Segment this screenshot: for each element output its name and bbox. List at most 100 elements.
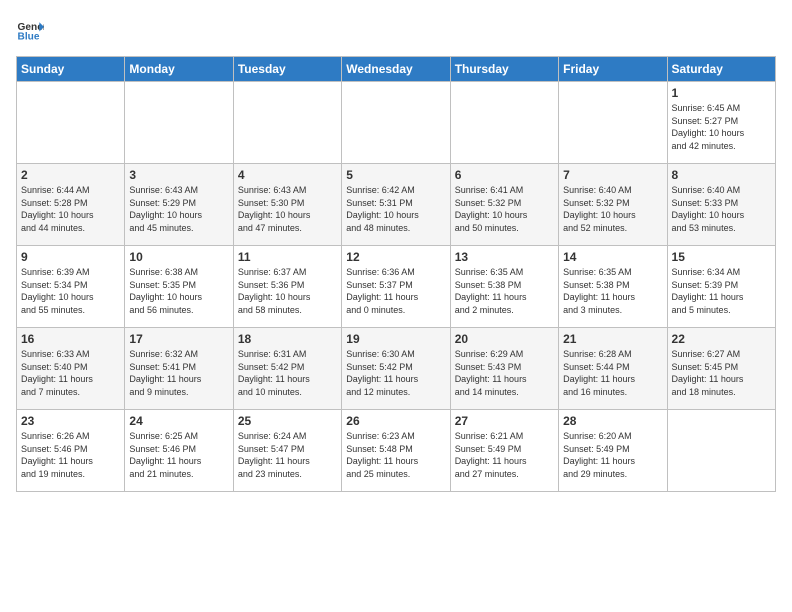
calendar-cell: 18 Sunrise: 6:31 AM Sunset: 5:42 PM Dayli… (233, 328, 341, 410)
svg-text:Blue: Blue (18, 31, 40, 42)
cell-info: Sunrise: 6:38 AM Sunset: 5:35 PM Dayligh… (129, 266, 228, 316)
calendar-cell: 12 Sunrise: 6:36 AM Sunset: 5:37 PM Dayli… (342, 246, 450, 328)
cell-info: Sunrise: 6:39 AM Sunset: 5:34 PM Dayligh… (21, 266, 120, 316)
calendar-cell: 20 Sunrise: 6:29 AM Sunset: 5:43 PM Dayli… (450, 328, 558, 410)
cell-info: Sunrise: 6:44 AM Sunset: 5:28 PM Dayligh… (21, 184, 120, 234)
day-number: 10 (129, 250, 228, 264)
header-sunday: Sunday (17, 57, 125, 82)
header-tuesday: Tuesday (233, 57, 341, 82)
calendar-cell: 8 Sunrise: 6:40 AM Sunset: 5:33 PM Daylig… (667, 164, 775, 246)
day-number: 14 (563, 250, 662, 264)
calendar-cell: 1 Sunrise: 6:45 AM Sunset: 5:27 PM Daylig… (667, 82, 775, 164)
cell-info: Sunrise: 6:34 AM Sunset: 5:39 PM Dayligh… (672, 266, 771, 316)
calendar-cell (342, 82, 450, 164)
calendar-table: SundayMondayTuesdayWednesdayThursdayFrid… (16, 56, 776, 492)
calendar-cell (125, 82, 233, 164)
calendar-cell: 21 Sunrise: 6:28 AM Sunset: 5:44 PM Dayli… (559, 328, 667, 410)
day-number: 1 (672, 86, 771, 100)
cell-info: Sunrise: 6:40 AM Sunset: 5:33 PM Dayligh… (672, 184, 771, 234)
calendar-cell: 25 Sunrise: 6:24 AM Sunset: 5:47 PM Dayli… (233, 410, 341, 492)
day-number: 23 (21, 414, 120, 428)
cell-info: Sunrise: 6:41 AM Sunset: 5:32 PM Dayligh… (455, 184, 554, 234)
day-number: 16 (21, 332, 120, 346)
day-number: 5 (346, 168, 445, 182)
day-number: 24 (129, 414, 228, 428)
day-number: 19 (346, 332, 445, 346)
cell-info: Sunrise: 6:20 AM Sunset: 5:49 PM Dayligh… (563, 430, 662, 480)
cell-info: Sunrise: 6:35 AM Sunset: 5:38 PM Dayligh… (455, 266, 554, 316)
cell-info: Sunrise: 6:40 AM Sunset: 5:32 PM Dayligh… (563, 184, 662, 234)
calendar-cell (559, 82, 667, 164)
calendar-cell: 14 Sunrise: 6:35 AM Sunset: 5:38 PM Dayli… (559, 246, 667, 328)
cell-info: Sunrise: 6:26 AM Sunset: 5:46 PM Dayligh… (21, 430, 120, 480)
cell-info: Sunrise: 6:31 AM Sunset: 5:42 PM Dayligh… (238, 348, 337, 398)
header-friday: Friday (559, 57, 667, 82)
day-number: 11 (238, 250, 337, 264)
calendar-cell: 4 Sunrise: 6:43 AM Sunset: 5:30 PM Daylig… (233, 164, 341, 246)
cell-info: Sunrise: 6:28 AM Sunset: 5:44 PM Dayligh… (563, 348, 662, 398)
cell-info: Sunrise: 6:37 AM Sunset: 5:36 PM Dayligh… (238, 266, 337, 316)
header-monday: Monday (125, 57, 233, 82)
day-number: 3 (129, 168, 228, 182)
header: General Blue (16, 16, 776, 44)
day-number: 27 (455, 414, 554, 428)
cell-info: Sunrise: 6:35 AM Sunset: 5:38 PM Dayligh… (563, 266, 662, 316)
calendar-cell: 2Sunrise: 6:44 AM Sunset: 5:28 PM Daylig… (17, 164, 125, 246)
day-number: 17 (129, 332, 228, 346)
cell-info: Sunrise: 6:29 AM Sunset: 5:43 PM Dayligh… (455, 348, 554, 398)
calendar-week-3: 16 Sunrise: 6:33 AM Sunset: 5:40 PM Dayli… (17, 328, 776, 410)
cell-info: Sunrise: 6:33 AM Sunset: 5:40 PM Dayligh… (21, 348, 120, 398)
calendar-week-2: 9 Sunrise: 6:39 AM Sunset: 5:34 PM Daylig… (17, 246, 776, 328)
cell-info: Sunrise: 6:23 AM Sunset: 5:48 PM Dayligh… (346, 430, 445, 480)
calendar-cell: 22Sunrise: 6:27 AM Sunset: 5:45 PM Dayli… (667, 328, 775, 410)
calendar-cell: 10 Sunrise: 6:38 AM Sunset: 5:35 PM Dayli… (125, 246, 233, 328)
calendar-cell: 19 Sunrise: 6:30 AM Sunset: 5:42 PM Dayli… (342, 328, 450, 410)
cell-info: Sunrise: 6:27 AM Sunset: 5:45 PM Dayligh… (672, 348, 771, 398)
day-number: 4 (238, 168, 337, 182)
day-number: 7 (563, 168, 662, 182)
calendar-cell: 23 Sunrise: 6:26 AM Sunset: 5:46 PM Dayli… (17, 410, 125, 492)
day-number: 28 (563, 414, 662, 428)
calendar-cell (450, 82, 558, 164)
calendar-cell: 9 Sunrise: 6:39 AM Sunset: 5:34 PM Daylig… (17, 246, 125, 328)
calendar-cell: 6 Sunrise: 6:41 AM Sunset: 5:32 PM Daylig… (450, 164, 558, 246)
cell-info: Sunrise: 6:36 AM Sunset: 5:37 PM Dayligh… (346, 266, 445, 316)
calendar-cell: 16 Sunrise: 6:33 AM Sunset: 5:40 PM Dayli… (17, 328, 125, 410)
calendar-cell: 24 Sunrise: 6:25 AM Sunset: 5:46 PM Dayli… (125, 410, 233, 492)
calendar-week-1: 2Sunrise: 6:44 AM Sunset: 5:28 PM Daylig… (17, 164, 776, 246)
cell-info: Sunrise: 6:43 AM Sunset: 5:29 PM Dayligh… (129, 184, 228, 234)
day-number: 8 (672, 168, 771, 182)
header-thursday: Thursday (450, 57, 558, 82)
calendar-header-row: SundayMondayTuesdayWednesdayThursdayFrid… (17, 57, 776, 82)
calendar-cell: 13 Sunrise: 6:35 AM Sunset: 5:38 PM Dayli… (450, 246, 558, 328)
day-number: 6 (455, 168, 554, 182)
day-number: 21 (563, 332, 662, 346)
day-number: 18 (238, 332, 337, 346)
calendar-cell: 5 Sunrise: 6:42 AM Sunset: 5:31 PM Daylig… (342, 164, 450, 246)
cell-info: Sunrise: 6:25 AM Sunset: 5:46 PM Dayligh… (129, 430, 228, 480)
day-number: 25 (238, 414, 337, 428)
day-number: 15 (672, 250, 771, 264)
cell-info: Sunrise: 6:45 AM Sunset: 5:27 PM Dayligh… (672, 102, 771, 152)
header-saturday: Saturday (667, 57, 775, 82)
cell-info: Sunrise: 6:42 AM Sunset: 5:31 PM Dayligh… (346, 184, 445, 234)
day-number: 13 (455, 250, 554, 264)
calendar-cell: 3 Sunrise: 6:43 AM Sunset: 5:29 PM Daylig… (125, 164, 233, 246)
calendar-cell: 27 Sunrise: 6:21 AM Sunset: 5:49 PM Dayli… (450, 410, 558, 492)
header-wednesday: Wednesday (342, 57, 450, 82)
logo: General Blue (16, 16, 48, 44)
calendar-week-4: 23 Sunrise: 6:26 AM Sunset: 5:46 PM Dayli… (17, 410, 776, 492)
cell-info: Sunrise: 6:21 AM Sunset: 5:49 PM Dayligh… (455, 430, 554, 480)
day-number: 9 (21, 250, 120, 264)
cell-info: Sunrise: 6:24 AM Sunset: 5:47 PM Dayligh… (238, 430, 337, 480)
calendar-cell: 7 Sunrise: 6:40 AM Sunset: 5:32 PM Daylig… (559, 164, 667, 246)
cell-info: Sunrise: 6:43 AM Sunset: 5:30 PM Dayligh… (238, 184, 337, 234)
day-number: 12 (346, 250, 445, 264)
cell-info: Sunrise: 6:30 AM Sunset: 5:42 PM Dayligh… (346, 348, 445, 398)
day-number: 20 (455, 332, 554, 346)
cell-info: Sunrise: 6:32 AM Sunset: 5:41 PM Dayligh… (129, 348, 228, 398)
calendar-cell: 15 Sunrise: 6:34 AM Sunset: 5:39 PM Dayli… (667, 246, 775, 328)
calendar-cell (17, 82, 125, 164)
day-number: 26 (346, 414, 445, 428)
calendar-cell: 11 Sunrise: 6:37 AM Sunset: 5:36 PM Dayli… (233, 246, 341, 328)
